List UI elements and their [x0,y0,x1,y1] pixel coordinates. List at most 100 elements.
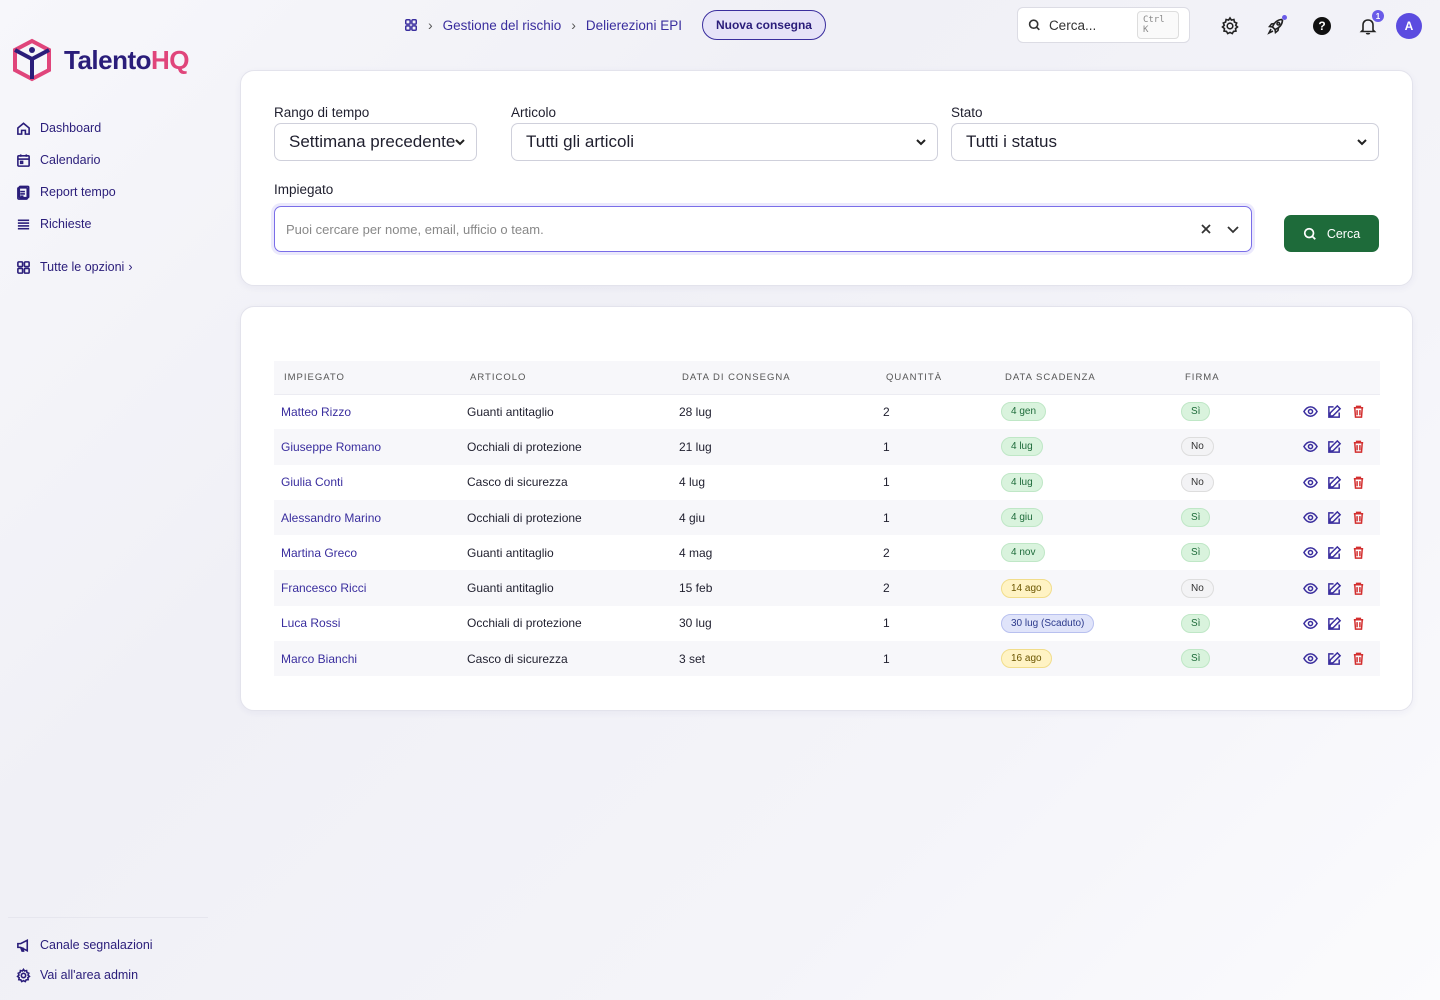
avatar[interactable]: A [1396,13,1422,39]
delivery-date-cell: 4 lug [679,475,706,490]
column-header-expiry-date[interactable]: Data scadenza [996,361,1176,394]
quantity-cell: 2 [883,404,890,419]
employee-label: Impiegato [274,182,334,197]
whats-new-button[interactable] [1264,14,1288,38]
column-header-article[interactable]: Articolo [460,361,673,394]
global-search-input[interactable] [1048,17,1129,33]
employee-search-input[interactable] [286,221,1186,237]
actions-cell [1280,500,1380,535]
status-select[interactable]: Tutti i status [951,123,1379,161]
sidebar-item-calendar[interactable]: Calendario [16,144,132,176]
table-row: Giulia Conti Casco di sicurezza 4 lug 1 … [274,465,1380,500]
clear-icon[interactable] [1199,222,1213,236]
sidebar-item-label: Tutte le opzioni [40,260,125,274]
chevron-down-icon[interactable] [1226,222,1240,236]
row-actions [1280,651,1380,666]
column-header-signature[interactable]: Firma [1176,361,1280,394]
edit-icon[interactable] [1327,616,1342,631]
employee-link[interactable]: Luca Rossi [274,606,460,641]
sidebar-item-report[interactable]: Report tempo [16,176,132,208]
top-icons: ? 1 A [1218,10,1422,39]
eye-icon[interactable] [1303,581,1318,596]
trash-icon[interactable] [1351,651,1366,666]
article-select[interactable]: Tutti gli articoli [511,123,938,161]
expiry-badge: 4 giu [1001,508,1043,528]
sidebar-item-requests[interactable]: Richieste [16,208,132,240]
trash-icon[interactable] [1351,616,1366,631]
employee-combobox[interactable] [274,206,1252,252]
sidebar-bottom: Canale segnalazioni Vai all'area admin [8,917,208,990]
column-header-employee[interactable]: Impiegato [274,361,460,394]
global-search[interactable]: Ctrl K [1017,7,1190,43]
quantity-cell: 2 [883,581,890,596]
time-range-select[interactable]: Settimana precedente [274,123,477,161]
signature-cell: Sì [1176,535,1280,570]
row-actions [1280,475,1380,490]
employee-link[interactable]: Giuseppe Romano [274,429,460,464]
delivery-date-cell: 4 mag [679,545,713,560]
help-button[interactable]: ? [1310,14,1334,38]
actions-cell [1280,394,1380,429]
employee-link[interactable]: Martina Greco [274,535,460,570]
signature-cell: No [1176,429,1280,464]
row-actions [1280,581,1380,596]
edit-icon[interactable] [1327,404,1342,419]
sidebar-item-admin[interactable]: Vai all'area admin [8,960,208,990]
quantity-cell: 1 [883,439,890,454]
edit-icon[interactable] [1327,475,1342,490]
trash-icon[interactable] [1351,439,1366,454]
edit-icon[interactable] [1327,545,1342,560]
notifications-button[interactable]: 1 [1356,10,1384,38]
employee-link[interactable]: Alessandro Marino [274,500,460,535]
chevron-right-icon: › [128,260,133,274]
search-button[interactable]: Cerca [1284,215,1379,252]
edit-icon[interactable] [1327,439,1342,454]
employee-link[interactable]: Francesco Ricci [274,570,460,605]
trash-icon[interactable] [1351,475,1366,490]
grid-icon[interactable] [404,18,418,32]
column-header-delivery-date[interactable]: Data di consegna [673,361,877,394]
logo[interactable]: TalentoHQ [12,38,190,82]
actions-cell [1280,465,1380,500]
eye-icon[interactable] [1303,616,1318,631]
expiry-badge: 16 ago [1001,649,1052,669]
eye-icon[interactable] [1303,404,1318,419]
trash-icon[interactable] [1351,545,1366,560]
sidebar-item-dashboard[interactable]: Dashboard [16,112,132,144]
eye-icon[interactable] [1303,510,1318,525]
settings-button[interactable] [1218,14,1242,38]
eye-icon[interactable] [1303,651,1318,666]
column-header-quantity[interactable]: Quantità [877,361,996,394]
signature-cell: No [1176,465,1280,500]
employee-link[interactable]: Giulia Conti [274,465,460,500]
chevron-down-icon [455,139,465,146]
chevron-right-icon: › [571,17,576,33]
sidebar-item-report-channel[interactable]: Canale segnalazioni [8,930,208,960]
status-value: Tutti i status [966,132,1058,151]
employee-link[interactable]: Matteo Rizzo [274,394,460,429]
trash-icon[interactable] [1351,581,1366,596]
trash-icon[interactable] [1351,510,1366,525]
notification-badge: 1 [1372,10,1384,22]
new-delivery-button[interactable]: Nuova consegna [701,10,826,40]
breadcrumb-risk-management[interactable]: Gestione del rischio [443,18,562,33]
article-cell: Occhiali di protezione [467,510,582,525]
article-cell: Guanti antitaglio [467,581,554,596]
expiry-badge: 4 nov [1001,543,1046,563]
expiry-badge: 4 gen [1001,402,1047,422]
sidebar-item-all-options[interactable]: Tutte le opzioni › [16,251,132,283]
eye-icon[interactable] [1303,545,1318,560]
sidebar-item-label: Dashboard [40,121,102,135]
edit-icon[interactable] [1327,651,1342,666]
home-icon [17,121,30,135]
eye-icon[interactable] [1303,475,1318,490]
quantity-cell: 1 [883,510,890,525]
trash-icon[interactable] [1351,404,1366,419]
employee-link[interactable]: Marco Bianchi [274,641,460,676]
eye-icon[interactable] [1303,439,1318,454]
edit-icon[interactable] [1327,510,1342,525]
edit-icon[interactable] [1327,581,1342,596]
table-row: Giuseppe Romano Occhiali di protezione 2… [274,429,1380,465]
table-row: Matteo Rizzo Guanti antitaglio 28 lug 2 … [274,394,1380,429]
breadcrumb-ppe-deliveries[interactable]: Delierezioni EPI [586,18,682,33]
